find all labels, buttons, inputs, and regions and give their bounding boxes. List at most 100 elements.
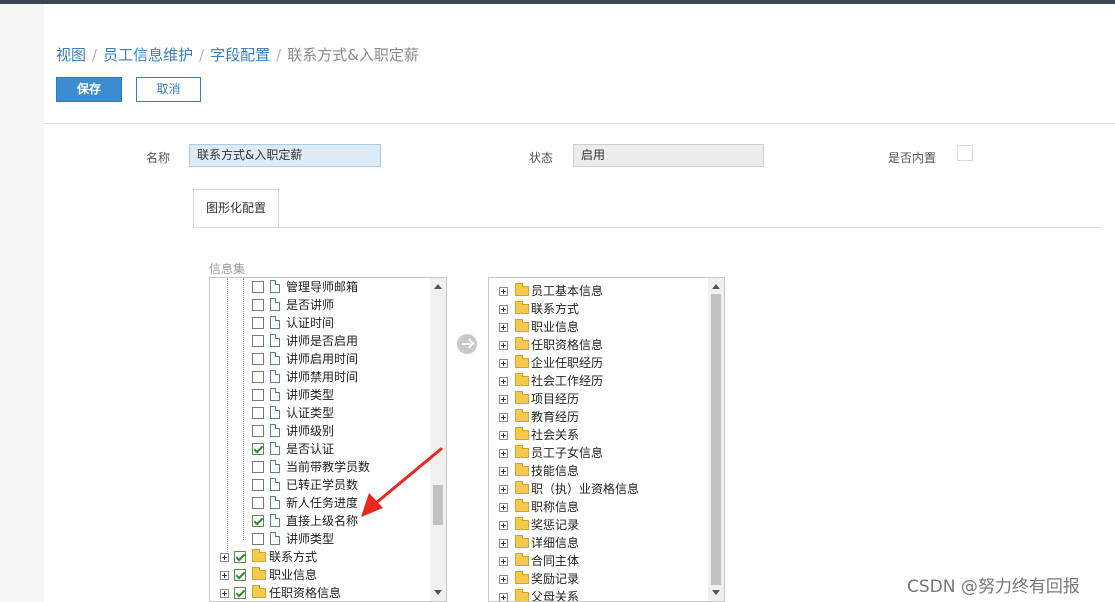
expand-icon[interactable] <box>220 553 229 562</box>
info-set-tree: 管理导师邮箱 是否讲师 认证时间 讲师是否启用 讲师启用时间 讲师禁用时间 讲师类型 认证类型… <box>209 277 447 602</box>
breadcrumb-employee-info[interactable]: 员工信息维护 <box>103 46 193 64</box>
tree-checkbox[interactable] <box>252 335 264 347</box>
right-scrollbar[interactable] <box>708 278 724 601</box>
expand-icon[interactable] <box>499 503 508 512</box>
expand-icon[interactable] <box>499 413 508 422</box>
scroll-up-icon[interactable] <box>434 284 442 289</box>
tree-checkbox[interactable] <box>252 443 264 455</box>
expand-icon[interactable] <box>499 539 508 548</box>
document-icon <box>270 478 280 491</box>
tree-item-label: 职业信息 <box>269 568 318 582</box>
tree-checkbox[interactable] <box>252 479 264 491</box>
cancel-button[interactable]: 取消 <box>136 77 201 102</box>
tab-divider <box>193 227 1100 228</box>
name-field[interactable]: 联系方式&入职定薪 <box>189 144 381 167</box>
tree-checkbox[interactable] <box>252 497 264 509</box>
selected-tree: 员工基本信息 联系方式 职业信息 任职资格信息 企业任职经历 社会工作经历 项目经历 教育经历… <box>488 277 725 602</box>
tree-item-label: 认证类型 <box>286 406 335 420</box>
expand-icon[interactable] <box>499 341 508 350</box>
folder-icon <box>515 337 529 350</box>
tree-item-label: 员工基本信息 <box>531 284 604 298</box>
tree-item-label: 职业信息 <box>531 320 580 334</box>
builtin-checkbox[interactable] <box>957 145 973 161</box>
expand-icon[interactable] <box>499 431 508 440</box>
folder-icon <box>515 499 529 512</box>
expand-icon[interactable] <box>499 521 508 530</box>
folder-icon <box>252 585 266 598</box>
scroll-down-icon[interactable] <box>434 590 442 595</box>
expand-icon[interactable] <box>220 571 229 580</box>
document-icon <box>270 406 280 419</box>
tree-checkbox[interactable] <box>234 551 246 563</box>
scroll-thumb[interactable] <box>711 294 721 585</box>
scroll-thumb[interactable] <box>433 485 443 525</box>
document-icon <box>270 298 280 311</box>
tree-item-label: 直接上级名称 <box>286 514 359 528</box>
save-button[interactable]: 保存 <box>56 77 122 102</box>
tree-checkbox[interactable] <box>234 569 246 581</box>
tree-item-label: 奖励记录 <box>531 572 580 586</box>
expand-icon[interactable] <box>499 359 508 368</box>
tree-connector <box>227 278 228 558</box>
scroll-up-icon[interactable] <box>712 284 720 289</box>
breadcrumb: 视图 / 员工信息维护 / 字段配置 / 联系方式&入职定薪 <box>56 44 419 65</box>
expand-icon[interactable] <box>499 467 508 476</box>
tree-item-label: 教育经历 <box>531 410 580 424</box>
expand-icon[interactable] <box>499 575 508 584</box>
expand-icon[interactable] <box>220 589 229 598</box>
tree-item-label: 企业任职经历 <box>531 356 604 370</box>
tree-item-label: 是否认证 <box>286 442 335 456</box>
folder-icon <box>515 553 529 566</box>
document-icon <box>270 370 280 383</box>
left-scrollbar[interactable] <box>430 278 446 601</box>
folder-icon <box>515 481 529 494</box>
tree-checkbox[interactable] <box>252 425 264 437</box>
expand-icon[interactable] <box>499 485 508 494</box>
tree-item-label: 技能信息 <box>531 464 580 478</box>
tree-checkbox[interactable] <box>252 371 264 383</box>
folder-icon <box>515 319 529 332</box>
tree-checkbox[interactable] <box>252 389 264 401</box>
expand-icon[interactable] <box>499 395 508 404</box>
expand-icon[interactable] <box>499 323 508 332</box>
tree-checkbox[interactable] <box>252 461 264 473</box>
tree-checkbox[interactable] <box>252 299 264 311</box>
tree-item-label: 讲师级别 <box>286 424 335 438</box>
tree-item-label: 任职资格信息 <box>531 338 604 352</box>
expand-icon[interactable] <box>499 593 508 601</box>
document-icon <box>270 280 280 293</box>
arrow-right-icon[interactable] <box>457 334 477 354</box>
tree-checkbox[interactable] <box>234 587 246 599</box>
tree-checkbox[interactable] <box>252 317 264 329</box>
status-field: 启用 <box>573 144 764 167</box>
info-set-label: 信息集 <box>209 262 246 276</box>
tree-item-label: 新人任务进度 <box>286 496 359 510</box>
breadcrumb-view[interactable]: 视图 <box>56 46 86 64</box>
folder-icon <box>252 549 266 562</box>
tree-item-label: 社会工作经历 <box>531 374 604 388</box>
expand-icon[interactable] <box>499 287 508 296</box>
tree-checkbox[interactable] <box>252 353 264 365</box>
expand-icon[interactable] <box>499 557 508 566</box>
tree-item-label: 详细信息 <box>531 536 580 550</box>
expand-icon[interactable] <box>499 377 508 386</box>
name-label: 名称 <box>146 151 171 165</box>
tree-item-label: 职称信息 <box>531 500 580 514</box>
tree-checkbox[interactable] <box>252 281 264 293</box>
tree-item-label: 讲师类型 <box>286 532 335 546</box>
divider <box>44 123 1115 124</box>
tab-graphical-config[interactable]: 图形化配置 <box>193 189 279 228</box>
tree-item-label: 项目经历 <box>531 392 580 406</box>
tree-checkbox[interactable] <box>252 407 264 419</box>
scroll-down-icon[interactable] <box>712 590 720 595</box>
folder-icon <box>515 373 529 386</box>
tree-checkbox[interactable] <box>252 515 264 527</box>
expand-icon[interactable] <box>499 449 508 458</box>
tree-item-label: 社会关系 <box>531 428 580 442</box>
expand-icon[interactable] <box>499 305 508 314</box>
folder-icon <box>515 391 529 404</box>
breadcrumb-field-config[interactable]: 字段配置 <box>210 46 270 64</box>
left-gutter <box>0 4 44 602</box>
tree-checkbox[interactable] <box>252 533 264 545</box>
document-icon <box>270 316 280 329</box>
